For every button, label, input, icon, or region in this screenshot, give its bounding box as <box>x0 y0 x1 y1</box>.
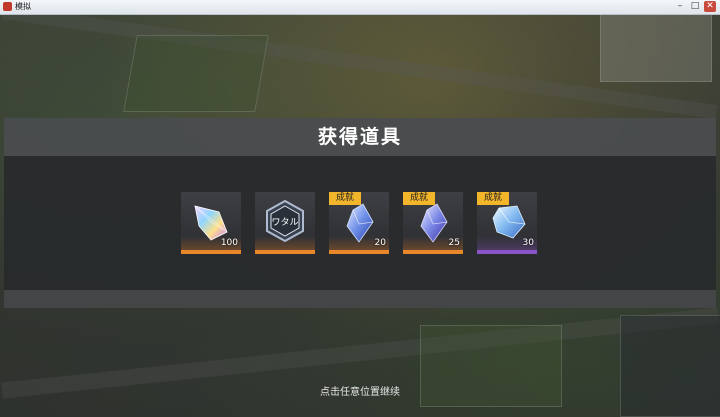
window-title: 模拟 <box>15 2 31 11</box>
maximize-button[interactable]: □ <box>689 1 701 12</box>
item-count: 20 <box>374 238 386 248</box>
reward-items: 100 ワタル 成就 20 成就 25 成就 30 <box>181 192 537 254</box>
reward-item[interactable]: 成就 30 <box>477 192 537 254</box>
dialog-title: 获得道具 <box>317 126 402 148</box>
item-count: 30 <box>522 238 534 248</box>
continue-hint[interactable]: 点击任意位置继续 <box>0 383 720 398</box>
achievement-badge: 成就 <box>329 192 361 205</box>
rarity-bar <box>255 250 315 254</box>
dialog-header: 获得道具 <box>4 118 716 156</box>
dialog-footer <box>4 290 716 308</box>
reward-item[interactable]: 100 <box>181 192 241 254</box>
close-button[interactable]: ✕ <box>704 1 716 12</box>
achievement-badge: 成就 <box>477 192 509 205</box>
emblem-text: ワタル <box>271 217 298 228</box>
item-count: 25 <box>448 238 460 248</box>
rarity-bar <box>403 250 463 254</box>
hexagon-emblem-icon: ワタル <box>266 199 304 243</box>
reward-item[interactable]: 成就 25 <box>403 192 463 254</box>
rarity-bar <box>181 250 241 254</box>
app-icon <box>3 2 12 11</box>
rarity-bar <box>477 250 537 254</box>
reward-item[interactable]: ワタル <box>255 192 315 254</box>
rarity-bar <box>329 250 389 254</box>
reward-item[interactable]: 成就 20 <box>329 192 389 254</box>
achievement-badge: 成就 <box>403 192 435 205</box>
window-titlebar: 模拟 – □ ✕ <box>0 0 720 15</box>
minimize-button[interactable]: – <box>674 1 686 12</box>
item-count: 100 <box>220 238 238 248</box>
